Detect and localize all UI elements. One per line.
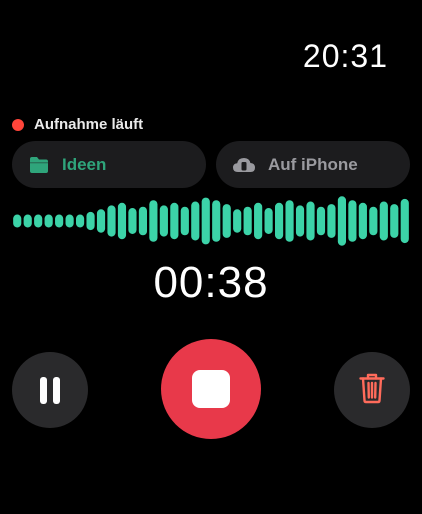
waveform-bar	[191, 201, 200, 241]
waveform-bar	[306, 201, 315, 241]
waveform-bar	[96, 209, 106, 233]
delete-button[interactable]	[334, 352, 410, 428]
waveform-bar	[201, 197, 210, 245]
clock-time: 20:31	[302, 38, 388, 74]
waveform-bar	[65, 214, 74, 228]
device-chip-label: Auf iPhone	[268, 154, 358, 174]
waveform-bar	[44, 214, 53, 228]
recording-status: Aufnahme läuft	[12, 116, 143, 133]
waveform-bar	[295, 205, 305, 237]
waveform-bar	[400, 198, 409, 244]
waveform-bar	[212, 200, 221, 242]
cloud-iphone-icon	[232, 156, 256, 174]
waveform-bar	[274, 202, 284, 240]
waveform-bar	[86, 211, 95, 231]
waveform-bar	[159, 205, 168, 237]
waveform-bar	[390, 204, 399, 238]
recording-dot-icon	[12, 118, 24, 131]
elapsed-timer: 00:38	[153, 258, 269, 307]
device-chip[interactable]: Auf iPhone	[216, 141, 410, 188]
waveform-bar	[337, 196, 347, 246]
waveform-bar	[149, 200, 158, 242]
waveform-bar	[170, 202, 179, 240]
waveform-bar	[348, 200, 357, 242]
waveform-bar	[222, 204, 231, 238]
waveform-bar	[233, 209, 242, 233]
stop-icon	[192, 370, 230, 408]
trash-icon	[358, 372, 386, 409]
waveform-bar	[369, 206, 378, 236]
recording-status-label: Aufnahme läuft	[34, 116, 144, 133]
waveform-bar	[243, 206, 252, 236]
waveform-bar	[117, 202, 127, 240]
folder-chip[interactable]: Ideen	[12, 141, 206, 188]
pause-icon	[37, 376, 63, 404]
waveform-bar	[128, 208, 137, 234]
waveform-bar	[180, 206, 189, 236]
stop-button[interactable]	[161, 339, 261, 439]
waveform-bar	[138, 206, 148, 236]
waveform-bar	[316, 206, 326, 236]
waveform	[13, 196, 409, 246]
waveform-bar	[379, 201, 388, 241]
waveform-bar	[23, 214, 32, 228]
waveform-bar	[327, 204, 336, 238]
waveform-bar	[107, 205, 116, 237]
pause-button[interactable]	[12, 352, 88, 428]
folder-icon	[28, 156, 50, 174]
waveform-bar	[75, 214, 85, 228]
waveform-bar	[55, 214, 64, 228]
waveform-bar	[358, 202, 367, 240]
waveform-bar	[13, 214, 22, 228]
waveform-bar	[264, 208, 273, 234]
waveform-bar	[34, 214, 43, 228]
waveform-bar	[254, 202, 263, 240]
folder-chip-label: Ideen	[62, 154, 107, 174]
waveform-bar	[285, 200, 294, 242]
